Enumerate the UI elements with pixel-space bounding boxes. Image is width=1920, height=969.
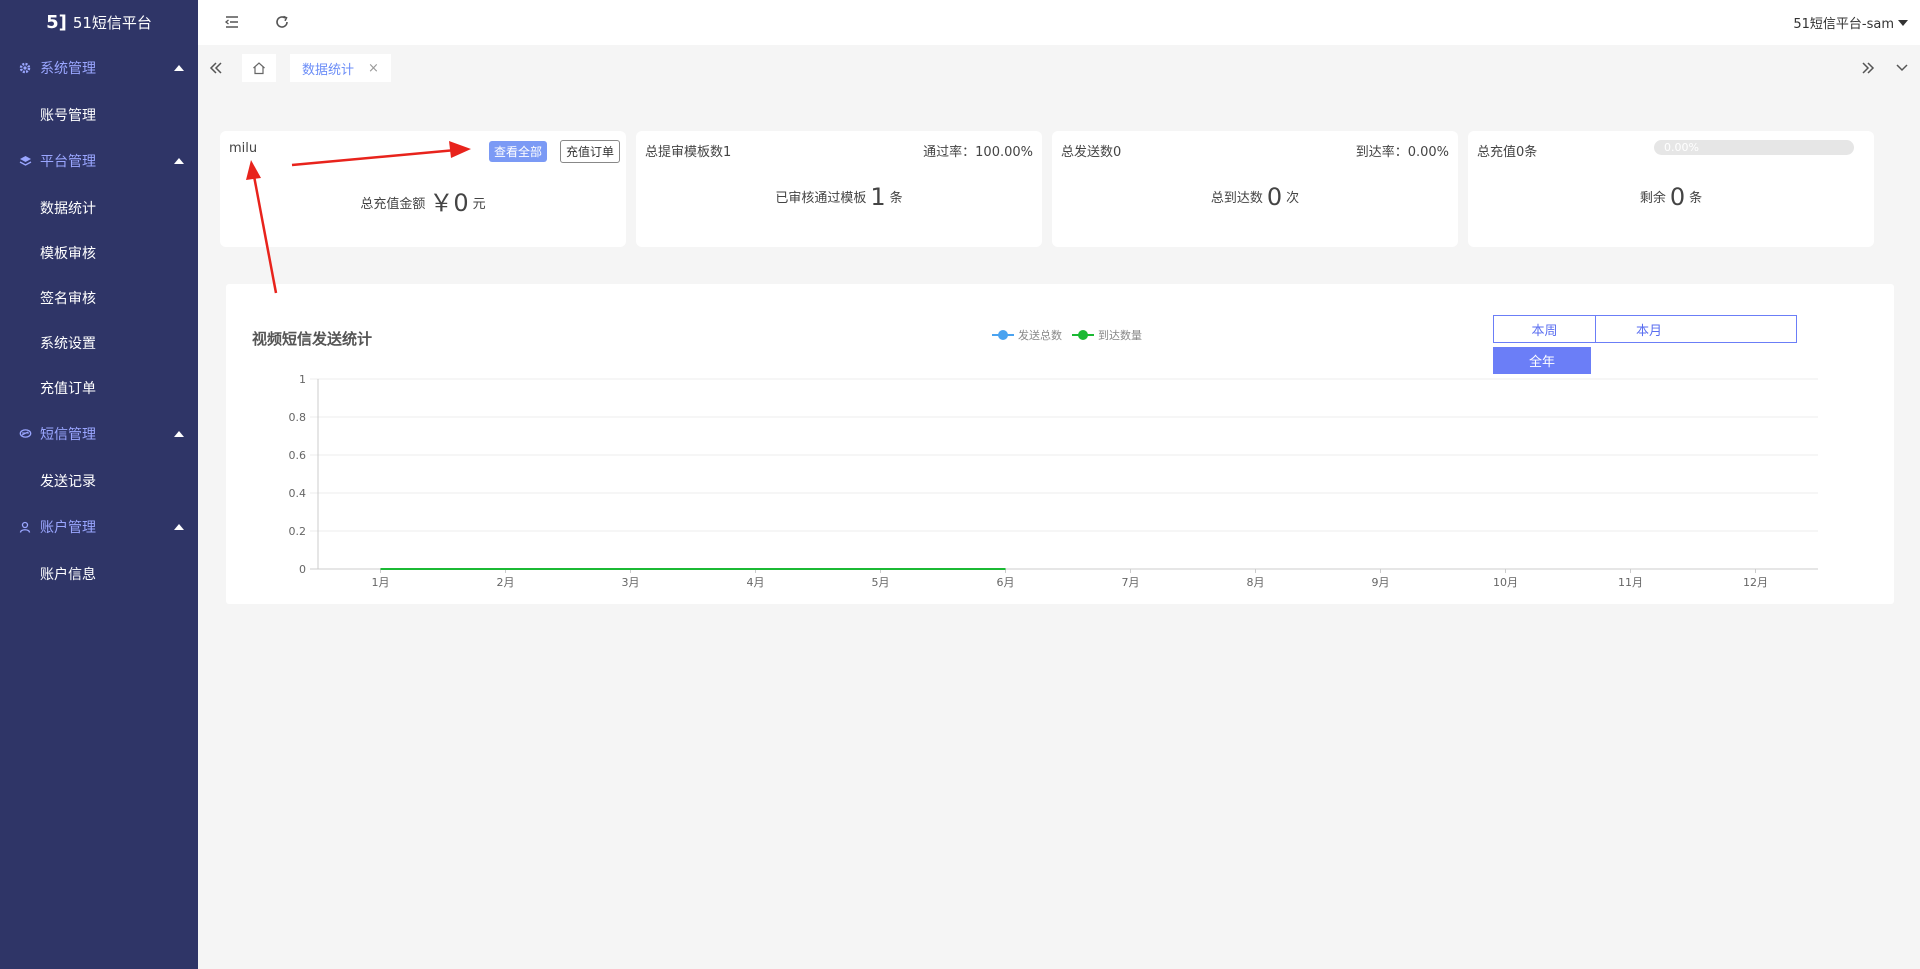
view-all-button[interactable]: 查看全部: [489, 141, 548, 162]
topbar: 51短信平台-sam: [198, 0, 1920, 45]
refresh-icon[interactable]: [274, 14, 292, 32]
usage-progress-bar: 0.00%: [1654, 140, 1854, 155]
tabs-scroll-left-icon[interactable]: [208, 60, 224, 80]
line-chart: 00.20.40.60.811月 2月 3月 4月 5月 6月 7月 8月 9月 10月 11月 12…: [289, 373, 1818, 589]
tab-label: 数据统计: [302, 62, 355, 78]
sidebar: 5] 51短信平台 系统管理 账号管理 平台管理 数据统计 模板审核 签名审核 …: [0, 0, 198, 969]
stat-value: ￥0: [429, 189, 469, 217]
x-tick-label: 1月: [372, 576, 390, 589]
menu-head-system[interactable]: 系统管理: [0, 44, 198, 92]
user-icon: [18, 520, 32, 534]
tab-home[interactable]: [242, 54, 276, 82]
stat-unit: 条: [1689, 191, 1703, 206]
sidebar-item-recharge-orders[interactable]: 充值订单: [0, 365, 198, 410]
stat-label: 总充值金额: [360, 197, 426, 212]
y-tick-label: 0: [299, 563, 306, 576]
menu-group-sms: 短信管理 发送记录: [0, 410, 198, 503]
chart-panel: 视频短信发送统计 发送总数 到达数量 本周 本月 全年 0 0.2 0.4 0.6 0.…: [226, 284, 1894, 604]
sidebar-item-template-review[interactable]: 模板审核: [0, 230, 198, 275]
y-tick-label: 0.8: [289, 411, 307, 424]
y-tick-label: 0.4: [289, 487, 307, 500]
card-recharge-amount: milu 查看全部 充值订单 总充值金额 ￥0 元: [220, 131, 626, 247]
y-tick-label: 0.2: [289, 525, 307, 538]
sidebar-item-account[interactable]: 账号管理: [0, 92, 198, 137]
chevron-up-icon: [174, 65, 184, 71]
x-tick-label: 5月: [872, 576, 890, 589]
x-tick-label: 9月: [1372, 576, 1390, 589]
total-recharge: 总充值0条: [1477, 145, 1538, 160]
chevron-up-icon: [174, 431, 184, 437]
stat-label: 剩余: [1639, 191, 1666, 206]
sidebar-item-system-settings[interactable]: 系统设置: [0, 320, 198, 365]
x-tick-label: 7月: [1122, 576, 1140, 589]
message-icon: [18, 427, 32, 441]
sidebar-item-signature-review[interactable]: 签名审核: [0, 275, 198, 320]
pass-rate: 通过率：100.00%: [923, 145, 1033, 160]
x-tick-label: 4月: [747, 576, 765, 589]
menu-group-platform: 平台管理 数据统计 模板审核 签名审核 系统设置 充值订单: [0, 137, 198, 410]
stat-value: 0: [1266, 183, 1283, 211]
y-tick-label: 1: [299, 373, 306, 386]
tab-stats[interactable]: 数据统计 ×: [290, 54, 391, 82]
user-name: 51短信平台-sam: [1793, 17, 1894, 32]
menu-head-platform[interactable]: 平台管理: [0, 137, 198, 185]
x-tick-label: 11月: [1618, 576, 1643, 589]
arrival-rate: 到达率：0.00%: [1355, 145, 1449, 160]
caret-down-icon: [1898, 19, 1908, 26]
user-menu[interactable]: 51短信平台-sam: [1793, 13, 1908, 32]
x-tick-label: 3月: [622, 576, 640, 589]
stat-unit: 次: [1286, 191, 1300, 206]
close-icon[interactable]: ×: [368, 61, 379, 76]
chevron-up-icon: [174, 524, 184, 530]
stat-label: 总到达数: [1210, 191, 1263, 206]
x-tick-label: 10月: [1493, 576, 1518, 589]
tabs-scroll-right-icon[interactable]: [1860, 60, 1876, 80]
logo-icon: 5]: [46, 11, 67, 33]
card-recharge-count: 总充值0条 0.00% 剩余 0 条: [1468, 131, 1874, 247]
stat-label: 已审核通过模板: [775, 191, 867, 206]
card-stat: 剩余 0 条: [1468, 183, 1874, 211]
card-stat: 总充值金额 ￥0 元: [220, 183, 626, 218]
menu-group-system: 系统管理 账号管理: [0, 44, 198, 137]
stat-unit: 元: [472, 197, 486, 212]
gear-icon: [18, 61, 32, 75]
app-logo[interactable]: 5] 51短信平台: [0, 0, 198, 44]
menu-head-label: 账户管理: [40, 520, 96, 536]
menu-head-account[interactable]: 账户管理: [0, 503, 198, 551]
sidebar-item-stats[interactable]: 数据统计: [0, 185, 198, 230]
stat-value: 1: [870, 183, 886, 211]
progress-text: 0.00%: [1664, 141, 1699, 154]
card-templates: 总提审模板数1 通过率：100.00% 已审核通过模板 1 条: [636, 131, 1042, 247]
stat-unit: 条: [889, 191, 903, 206]
sidebar-item-send-records[interactable]: 发送记录: [0, 458, 198, 503]
chevron-up-icon: [174, 158, 184, 164]
card-stat: 已审核通过模板 1 条: [636, 183, 1042, 211]
sidebar-item-account-info[interactable]: 账户信息: [0, 551, 198, 596]
card-stat: 总到达数 0 次: [1052, 183, 1458, 211]
x-tick-label: 2月: [497, 576, 515, 589]
total-templates: 总提审模板数1: [645, 145, 732, 160]
menu-head-label: 系统管理: [40, 61, 96, 77]
recharge-order-button[interactable]: 充值订单: [560, 140, 621, 163]
x-tick-label: 6月: [997, 576, 1015, 589]
menu-group-account: 账户管理 账户信息: [0, 503, 198, 596]
y-tick-label: 0.6: [289, 449, 307, 462]
total-sent: 总发送数0: [1061, 145, 1122, 160]
menu-head-label: 短信管理: [40, 427, 96, 443]
chevron-down-icon[interactable]: [1894, 60, 1910, 80]
account-name: milu: [229, 141, 258, 156]
card-send: 总发送数0 到达率：0.00% 总到达数 0 次: [1052, 131, 1458, 247]
menu-head-sms[interactable]: 短信管理: [0, 410, 198, 458]
app-title: 51短信平台: [72, 13, 152, 32]
menu-collapse-icon[interactable]: [224, 14, 242, 32]
x-tick-label: 12月: [1743, 576, 1768, 589]
layers-icon: [18, 154, 32, 168]
home-icon: [253, 62, 265, 75]
x-tick-label: 8月: [1247, 576, 1265, 589]
tab-bar: 数据统计 ×: [198, 45, 1920, 91]
stat-value: 0: [1669, 183, 1686, 211]
menu-head-label: 平台管理: [40, 154, 96, 170]
